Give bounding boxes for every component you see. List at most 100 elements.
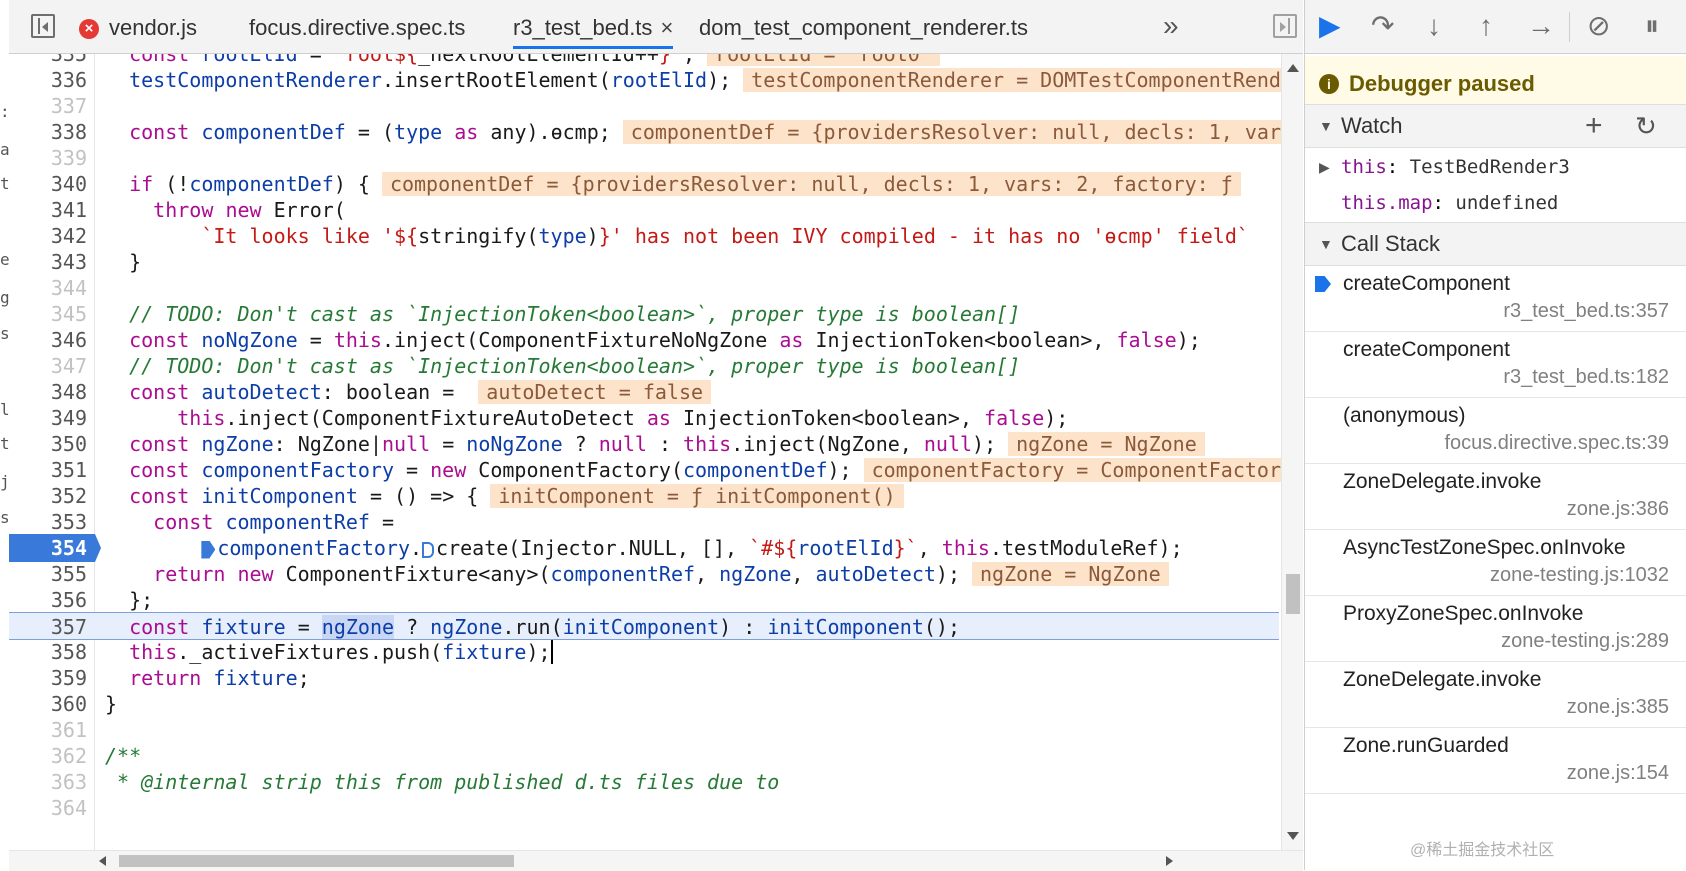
step-into-icon[interactable]: ↓ <box>1427 10 1441 42</box>
line-number[interactable]: 346 <box>9 326 87 354</box>
line-number[interactable]: 362 <box>9 742 87 770</box>
code-line[interactable]: 337 <box>9 92 1279 120</box>
code-line[interactable]: 341 throw new Error( <box>9 196 1279 224</box>
frame-location[interactable]: zone.js:385 <box>1567 696 1669 719</box>
frame-location[interactable]: r3_test_bed.ts:182 <box>1503 366 1669 389</box>
code-line[interactable]: 351 const componentFactory = new Compone… <box>9 456 1302 484</box>
line-number[interactable]: 354 <box>9 534 87 562</box>
code-line[interactable]: 364 <box>9 794 1279 822</box>
inline-breakpoint-icon[interactable] <box>422 541 435 558</box>
code-line[interactable]: 342 `It looks like '${stringify(type)}' … <box>9 222 1279 250</box>
line-number[interactable]: 340 <box>9 170 87 198</box>
line-number[interactable]: 347 <box>9 352 87 380</box>
code-line[interactable]: 359 return fixture; <box>9 664 1279 692</box>
call-frame[interactable]: (anonymous) focus.directive.spec.ts:39 <box>1305 398 1686 464</box>
step-out-icon[interactable]: ↑ <box>1479 10 1493 42</box>
line-number[interactable]: 358 <box>9 638 87 666</box>
call-frame[interactable]: ProxyZoneSpec.onInvoke zone-testing.js:2… <box>1305 596 1686 662</box>
code-line[interactable]: 353 const componentRef = <box>9 508 1279 536</box>
line-number[interactable]: 343 <box>9 248 87 276</box>
line-number[interactable]: 342 <box>9 222 87 250</box>
step-over-icon[interactable]: ↷ <box>1371 10 1394 42</box>
line-number[interactable]: 341 <box>9 196 87 224</box>
scroll-left-arrow-icon[interactable] <box>99 856 106 866</box>
call-frame[interactable]: ZoneDelegate.invoke zone.js:385 <box>1305 662 1686 728</box>
line-number[interactable]: 364 <box>9 794 87 822</box>
code-line[interactable]: 345 // TODO: Don't cast as `InjectionTok… <box>9 300 1279 328</box>
code-line[interactable]: 358 this._activeFixtures.push(fixture); <box>9 638 1279 666</box>
frame-location[interactable]: zone-testing.js:1032 <box>1490 564 1669 587</box>
line-number[interactable]: 363 <box>9 768 87 796</box>
watch-item[interactable]: ▶ this: TestBedRender3 <box>1305 148 1686 186</box>
close-tab-icon[interactable]: × <box>660 15 673 40</box>
line-number[interactable]: 351 <box>9 456 87 484</box>
line-number[interactable]: 355 <box>9 560 87 588</box>
line-number[interactable]: 339 <box>9 144 87 172</box>
add-watch-icon[interactable]: + <box>1585 105 1603 147</box>
frame-location[interactable]: zone-testing.js:289 <box>1501 630 1669 653</box>
line-number[interactable]: 344 <box>9 274 87 302</box>
code-line[interactable]: 354 componentFactory. create(Injector.NUL… <box>9 534 1279 562</box>
line-number[interactable]: 361 <box>9 716 87 744</box>
line-number[interactable]: 337 <box>9 92 87 120</box>
vertical-scrollbar[interactable] <box>1281 54 1303 850</box>
pause-on-exceptions-icon[interactable]: ⏸ <box>1645 10 1659 42</box>
line-number[interactable]: 360 <box>9 690 87 718</box>
resume-icon[interactable]: ▶ <box>1319 10 1341 42</box>
code-line[interactable]: 339 <box>9 144 1279 172</box>
tab-dom-test-component-renderer[interactable]: dom_test_component_renderer.ts <box>699 10 1028 46</box>
code-editor[interactable]: 335 const rootElId = `root${_nextRootEle… <box>9 54 1303 850</box>
call-stack-section-header[interactable]: ▼ Call Stack <box>1305 222 1686 266</box>
line-number[interactable]: 348 <box>9 378 87 406</box>
code-line[interactable]: 336 testComponentRenderer.insertRootElem… <box>9 66 1303 94</box>
code-line[interactable]: 352 const initComponent = () => {initCom… <box>9 482 1279 510</box>
collapse-triangle-icon[interactable]: ▼ <box>1319 223 1333 265</box>
call-frame[interactable]: createComponent r3_test_bed.ts:182 <box>1305 332 1686 398</box>
code-line[interactable]: 340 if (!componentDef) {componentDef = {… <box>9 170 1279 198</box>
line-number[interactable]: 336 <box>9 66 87 94</box>
step-icon[interactable]: → <box>1527 10 1555 42</box>
code-line[interactable]: 356 }; <box>9 586 1279 614</box>
code-line[interactable]: 348 const autoDetect: boolean = autoDete… <box>9 378 1279 406</box>
horizontal-scroll-thumb[interactable] <box>119 855 514 867</box>
refresh-watch-icon[interactable]: ↻ <box>1635 105 1657 147</box>
call-frame[interactable]: AsyncTestZoneSpec.onInvoke zone-testing.… <box>1305 530 1686 596</box>
call-frame[interactable]: Zone.runGuarded zone.js:154 <box>1305 728 1686 794</box>
code-line[interactable]: 338 const componentDef = (type as any).ɵ… <box>9 118 1303 146</box>
scroll-right-arrow-icon[interactable] <box>1166 856 1173 866</box>
frame-location[interactable]: focus.directive.spec.ts:39 <box>1444 432 1669 455</box>
call-frame[interactable]: createComponent r3_test_bed.ts:357 <box>1305 266 1686 332</box>
line-number[interactable]: 357 <box>9 613 87 641</box>
deactivate-breakpoints-icon[interactable]: ⊘ <box>1587 10 1610 42</box>
code-line[interactable]: 349 this.inject(ComponentFixtureAutoDete… <box>9 404 1279 432</box>
tab-vendor-js[interactable]: × vendor.js <box>79 10 197 46</box>
call-frame[interactable]: ZoneDelegate.invoke zone.js:386 <box>1305 464 1686 530</box>
scroll-down-arrow-icon[interactable] <box>1287 832 1299 840</box>
expand-triangle-icon[interactable]: ▶ <box>1319 148 1330 186</box>
tab-focus-directive-spec[interactable]: focus.directive.spec.ts <box>249 10 465 46</box>
more-tabs-icon[interactable]: » <box>1163 10 1179 42</box>
line-number[interactable]: 345 <box>9 300 87 328</box>
inline-breakpoint-icon[interactable] <box>201 540 216 559</box>
code-line[interactable]: 361 <box>9 716 1279 744</box>
paused-code-line[interactable]: 357 const fixture = ngZone ? ngZone.run(… <box>9 612 1279 640</box>
frame-location[interactable]: r3_test_bed.ts:357 <box>1503 300 1669 323</box>
code-line[interactable]: 350 const ngZone: NgZone|null = noNgZone… <box>9 430 1279 458</box>
watch-item[interactable]: this.map: undefined <box>1305 184 1686 222</box>
code-line[interactable]: 346 const noNgZone = this.inject(Compone… <box>9 326 1279 354</box>
line-number[interactable]: 349 <box>9 404 87 432</box>
code-line[interactable]: 347 // TODO: Don't cast as `InjectionTok… <box>9 352 1279 380</box>
code-line[interactable]: 363 * @internal strip this from publishe… <box>9 768 1279 796</box>
code-line[interactable]: 343 } <box>9 248 1279 276</box>
line-number[interactable]: 338 <box>9 118 87 146</box>
line-number[interactable]: 350 <box>9 430 87 458</box>
watch-section-header[interactable]: ▼ Watch + ↻ <box>1305 104 1686 148</box>
line-number[interactable]: 353 <box>9 508 87 536</box>
code-line[interactable]: 362 /** <box>9 742 1279 770</box>
vertical-scroll-thumb[interactable] <box>1286 574 1300 614</box>
scroll-up-arrow-icon[interactable] <box>1287 64 1299 72</box>
line-number[interactable]: 352 <box>9 482 87 510</box>
code-line[interactable]: 360} <box>9 690 1279 718</box>
frame-location[interactable]: zone.js:154 <box>1567 762 1669 785</box>
toggle-debugger-sidebar-icon[interactable] <box>1273 14 1297 38</box>
